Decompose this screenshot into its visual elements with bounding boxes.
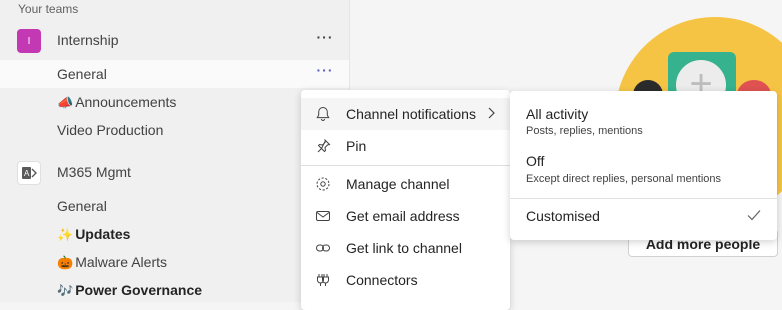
more-options-icon[interactable]: ···	[316, 29, 334, 49]
option-all-activity[interactable]: All activity Posts, replies, mentions	[510, 91, 777, 143]
channel-context-menu: Channel notifications Pin Manage channel…	[301, 90, 510, 310]
team-row-m365-mgmt[interactable]: A M365 Mgmt	[0, 157, 349, 189]
notifications-submenu: All activity Posts, replies, mentions Of…	[510, 91, 777, 240]
connectors-icon	[315, 272, 331, 288]
chevron-right-icon	[487, 106, 497, 123]
music-notes-icon: 🎶	[57, 283, 74, 298]
option-title: Customised	[526, 208, 600, 224]
channel-item-power-governance[interactable]: 🎶 Power Governance	[0, 276, 349, 304]
link-icon	[315, 240, 331, 256]
pumpkin-icon: 🎃	[57, 255, 74, 270]
team-avatar-letter: I	[27, 35, 31, 47]
channel-label: General	[57, 66, 107, 82]
teams-sidebar: Your teams I Internship ··· General ··· …	[0, 0, 350, 302]
channel-item-malware-alerts[interactable]: 🎃 Malware Alerts	[0, 248, 349, 276]
menu-item-label: Channel notifications	[346, 106, 476, 122]
mail-icon	[315, 208, 331, 224]
menu-item-channel-notifications[interactable]: Channel notifications	[301, 98, 510, 130]
option-description: Posts, replies, mentions	[526, 125, 643, 137]
team-name: Internship	[57, 32, 119, 48]
channel-label: 🎃 Malware Alerts	[57, 254, 167, 270]
menu-item-label: Pin	[346, 138, 367, 154]
sparkles-icon: ✨	[57, 227, 74, 242]
menu-item-connectors[interactable]: Connectors	[301, 264, 510, 296]
option-title: Off	[526, 153, 545, 169]
team-avatar: I	[17, 29, 41, 53]
channel-item-updates[interactable]: ✨ Updates	[0, 220, 349, 248]
channel-item-general[interactable]: General ···	[0, 60, 349, 88]
menu-divider	[301, 165, 510, 166]
option-description: Except direct replies, personal mentions	[526, 173, 722, 185]
option-off[interactable]: Off Except direct replies, personal ment…	[510, 143, 777, 197]
team-name: M365 Mgmt	[57, 164, 131, 180]
option-title: All activity	[526, 106, 589, 122]
channel-item-announcements[interactable]: 📣 Announcements	[0, 88, 349, 116]
pin-icon	[315, 138, 331, 154]
menu-item-label: Manage channel	[346, 176, 450, 192]
channel-label: ✨ Updates	[57, 226, 131, 242]
gear-icon	[315, 176, 331, 192]
option-customised[interactable]: Customised	[510, 199, 777, 239]
channel-label: General	[57, 198, 107, 214]
menu-item-label: Get email address	[346, 208, 460, 224]
checkmark-icon	[746, 207, 762, 228]
megaphone-icon: 📣	[57, 95, 74, 110]
your-teams-header: Your teams	[18, 2, 79, 16]
menu-item-manage-channel[interactable]: Manage channel	[301, 168, 510, 200]
exchange-logo-icon: A	[17, 161, 41, 185]
svg-text:A: A	[24, 169, 30, 178]
menu-item-pin[interactable]: Pin	[301, 130, 510, 162]
channel-label: 🎶 Power Governance	[57, 282, 203, 298]
channel-item-general-2[interactable]: General	[0, 192, 349, 220]
bell-icon	[315, 106, 331, 122]
menu-item-get-email-address[interactable]: Get email address	[301, 200, 510, 232]
menu-item-label: Get link to channel	[346, 240, 462, 256]
team-row-internship[interactable]: I Internship ···	[0, 25, 349, 57]
more-options-icon[interactable]: ···	[316, 62, 334, 82]
menu-item-label: Connectors	[346, 272, 418, 288]
channel-item-video-production[interactable]: Video Production	[0, 116, 349, 144]
menu-item-get-link[interactable]: Get link to channel	[301, 232, 510, 264]
channel-label: 📣 Announcements	[57, 94, 177, 110]
channel-label: Video Production	[57, 122, 164, 138]
